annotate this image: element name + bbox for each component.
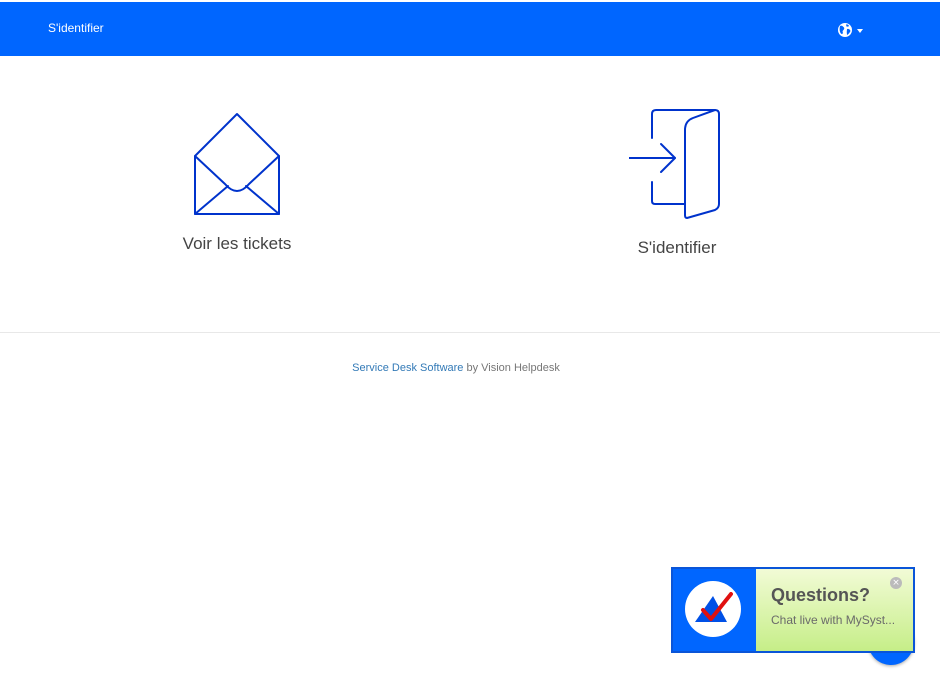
sign-in-icon	[629, 109, 720, 219]
top-navbar: S'identifier	[0, 2, 940, 56]
service-desk-software-link[interactable]: Service Desk Software	[352, 362, 463, 374]
chat-invite-box[interactable]: Questions? Chat live with MySyst... ×	[671, 567, 915, 653]
view-tickets-tile[interactable]: Voir les tickets	[117, 108, 357, 268]
nav-signin-link[interactable]: S'identifier	[48, 21, 104, 35]
footer-credit-text: by Vision Helpdesk	[463, 362, 560, 374]
chat-panel: Questions? Chat live with MySyst... ×	[756, 569, 913, 651]
content-divider	[0, 332, 940, 333]
footer: Service Desk Software by Vision Helpdesk	[0, 362, 912, 374]
chat-title: Questions?	[771, 585, 871, 605]
signin-tile[interactable]: S'identifier	[557, 108, 797, 268]
chevron-down-icon	[857, 29, 863, 33]
language-dropdown[interactable]	[837, 20, 863, 40]
envelope-icon	[194, 113, 280, 215]
checkmark-logo-icon	[685, 581, 741, 637]
view-tickets-label: Voir les tickets	[182, 234, 292, 253]
chat-widget[interactable]: Questions? Chat live with MySyst... ×	[671, 567, 915, 665]
globe-icon	[838, 23, 852, 37]
signin-label: S'identifier	[637, 238, 717, 257]
close-icon[interactable]: ×	[890, 577, 902, 589]
chat-subtitle: Chat live with MySyst...	[771, 613, 896, 627]
